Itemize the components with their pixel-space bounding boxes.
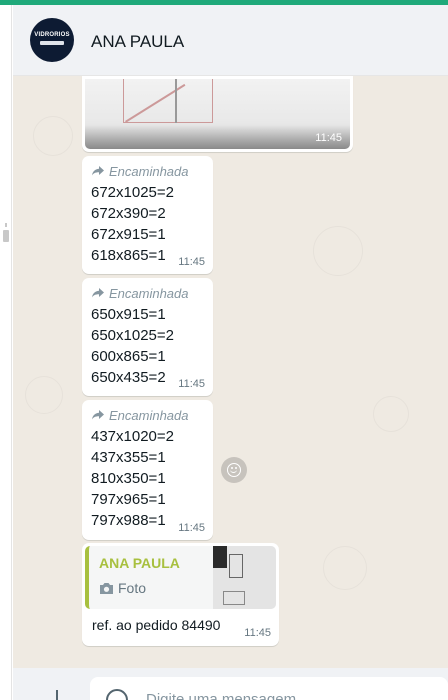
thumb-shape: [223, 591, 245, 605]
message-bubble[interactable]: Encaminhada 437x1020=2 437x355=1 810x350…: [82, 400, 213, 540]
chat-header[interactable]: VIDRORIOS ANA PAULA: [13, 5, 448, 76]
message-time: 11:45: [315, 132, 342, 144]
avatar-logo-bar: [40, 41, 64, 45]
wallpaper-doodle: [373, 396, 409, 432]
react-emoji-button[interactable]: [221, 457, 247, 483]
message-bubble[interactable]: Encaminhada 650x915=1 650x1025=2 600x865…: [82, 278, 213, 396]
message-time: 11:45: [178, 378, 205, 390]
reply-text: ref. ao pedido 84490: [92, 617, 221, 633]
quoted-type-label: Foto: [118, 580, 147, 596]
forward-icon: [92, 288, 104, 298]
message-time: 11:45: [178, 256, 205, 268]
message-input-placeholder: Digite uma mensagem: [146, 691, 297, 700]
photo-sketch-line: [175, 79, 177, 123]
message-line: 810x350=1: [91, 470, 166, 487]
scrollbar-thumb[interactable]: [3, 230, 9, 242]
message-input[interactable]: Digite uma mensagem: [90, 677, 448, 700]
thumb-shape: [213, 546, 227, 568]
avatar-logo-text: VIDRORIOS: [34, 32, 70, 38]
message-bubble[interactable]: Encaminhada 672x1025=2 672x390=2 672x915…: [82, 156, 213, 274]
message-line: 672x390=2: [91, 205, 166, 222]
forwarded-label: Encaminhada: [91, 406, 205, 424]
quoted-sender: ANA PAULA: [99, 555, 180, 571]
forwarded-text: Encaminhada: [109, 285, 189, 301]
image-message[interactable]: 11:45: [82, 76, 353, 152]
forward-icon: [92, 166, 104, 176]
thumb-shape: [229, 554, 243, 578]
forward-icon: [92, 410, 104, 420]
scroll-arrow[interactable]: [5, 223, 7, 227]
avatar[interactable]: VIDRORIOS: [30, 18, 74, 62]
emoji-icon[interactable]: [106, 689, 128, 700]
wallpaper-doodle: [25, 376, 63, 414]
quoted-message[interactable]: ANA PAULA Foto: [85, 546, 276, 609]
wallpaper-doodle: [313, 226, 363, 276]
message-list: 11:45 Encaminhada 672x1025=2 672x390=2 6…: [13, 76, 448, 668]
message-line: 437x355=1: [91, 449, 166, 466]
attach-icon[interactable]: [51, 690, 63, 700]
reply-message[interactable]: ANA PAULA Foto ref. ao pedido 84490 11:4…: [82, 543, 279, 646]
message-line: 650x915=1: [91, 306, 166, 323]
wallpaper-doodle: [323, 546, 367, 590]
photo-shade: [85, 125, 350, 149]
message-line: 797x965=1: [91, 491, 166, 508]
message-line: 600x865=1: [91, 348, 166, 365]
photo-sketch: [123, 79, 213, 123]
composer-bar: Digite uma mensagem: [13, 668, 448, 700]
forwarded-text: Encaminhada: [109, 407, 189, 423]
quoted-type: Foto: [99, 580, 146, 596]
left-panel-edge: [0, 5, 12, 700]
photo-thumbnail[interactable]: 11:45: [85, 79, 350, 149]
message-line: 672x915=1: [91, 226, 166, 243]
quoted-photo-thumbnail: [213, 546, 276, 609]
forwarded-label: Encaminhada: [91, 284, 205, 302]
message-time: 11:45: [178, 522, 205, 534]
message-line: 650x1025=2: [91, 327, 174, 344]
message-line: 672x1025=2: [91, 184, 174, 201]
message-line: 437x1020=2: [91, 428, 174, 445]
wallpaper-doodle: [33, 116, 73, 156]
contact-name[interactable]: ANA PAULA: [91, 32, 184, 52]
message-time: 11:45: [244, 627, 271, 639]
forwarded-text: Encaminhada: [109, 163, 189, 179]
smiley-icon: [227, 463, 241, 477]
forwarded-label: Encaminhada: [91, 162, 205, 180]
camera-icon: [100, 582, 113, 594]
